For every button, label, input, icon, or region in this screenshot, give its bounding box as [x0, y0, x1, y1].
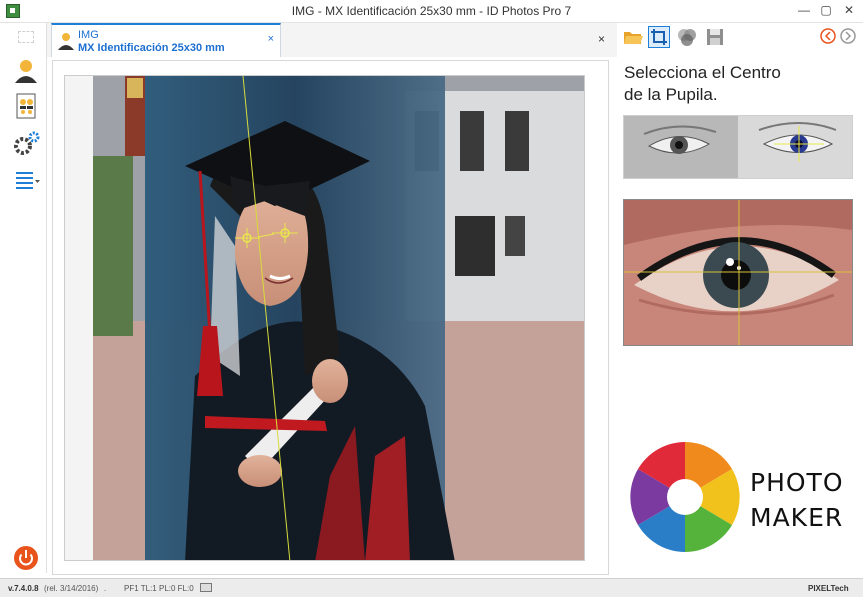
- pupil-zoom-view[interactable]: [623, 199, 853, 346]
- eye-zoom-image: [624, 200, 852, 345]
- instruction-line-2: de la Pupila.: [624, 85, 718, 104]
- forward-button[interactable]: [838, 26, 860, 48]
- status-codes: PF1 TL:1 PL:0 FL:0: [124, 584, 194, 593]
- status-bar: v.7.4.0.8 (rel. 3/14/2016) . PF1 TL:1 PL…: [0, 578, 863, 597]
- eyes-guide-illustration: [624, 116, 852, 178]
- back-button[interactable]: [818, 26, 840, 48]
- sidebar-layout-button[interactable]: [13, 93, 39, 119]
- sidebar-settings-button[interactable]: [13, 131, 40, 157]
- panel-close-button[interactable]: ×: [598, 32, 605, 46]
- drag-handle-icon[interactable]: [18, 31, 34, 43]
- title-bar: IMG - MX Identificación 25x30 mm - ID Ph…: [0, 0, 863, 23]
- monitor-icon: [200, 583, 212, 592]
- user-icon: [58, 33, 74, 50]
- instruction-text: Selecciona el Centro de la Pupila.: [624, 62, 781, 106]
- open-button[interactable]: [622, 26, 644, 48]
- color-adjust-icon: [678, 29, 696, 46]
- forward-icon: [840, 28, 856, 44]
- settings-gears-icon: [14, 131, 40, 155]
- maximize-button[interactable]: ▢: [815, 2, 837, 18]
- sidebar-menu-button[interactable]: [13, 168, 40, 194]
- brand-label: PIXELTech: [808, 584, 849, 593]
- layout-sheet-icon: [16, 93, 36, 119]
- document-tab-bar: IMG MX Identificación 25x30 mm ×: [47, 23, 617, 57]
- right-toolbar: [618, 23, 863, 51]
- aperture-logo-icon: [630, 442, 740, 552]
- tab-name: IMG: [78, 29, 99, 41]
- photo-maker-logo: [626, 438, 744, 556]
- graduate-photo[interactable]: [64, 75, 585, 561]
- release-label: (rel. 3/14/2016): [44, 584, 99, 593]
- power-icon: [14, 546, 38, 570]
- instruction-line-1: Selecciona el Centro: [624, 63, 781, 82]
- crop-button[interactable]: [648, 26, 670, 48]
- window-title: IMG - MX Identificación 25x30 mm - ID Ph…: [291, 4, 572, 18]
- tab-img[interactable]: IMG MX Identificación 25x30 mm ×: [51, 23, 281, 57]
- sidebar-power-button[interactable]: [13, 545, 39, 571]
- back-icon: [820, 28, 836, 44]
- save-button[interactable]: [704, 26, 726, 48]
- sidebar-user-button[interactable]: [13, 57, 39, 83]
- save-icon: [707, 29, 723, 45]
- crop-icon: [651, 29, 667, 45]
- tab-close-button[interactable]: ×: [268, 33, 274, 45]
- tab-template: MX Identificación 25x30 mm: [78, 42, 225, 54]
- list-menu-icon: [16, 172, 40, 189]
- close-button[interactable]: ✕: [838, 2, 860, 18]
- reference-eyes-image: [623, 115, 853, 179]
- status-separator: .: [104, 584, 107, 593]
- logo-word-maker: MAKER: [750, 503, 844, 532]
- color-adjust-button[interactable]: [676, 26, 698, 48]
- version-label: v.7.4.0.8: [8, 584, 39, 593]
- photo-image: [65, 76, 584, 560]
- folder-open-icon: [624, 32, 643, 44]
- minimize-button[interactable]: —: [793, 2, 815, 18]
- user-icon: [15, 60, 37, 83]
- logo-word-photo: PHOTO: [750, 468, 844, 497]
- left-sidebar: [0, 23, 47, 573]
